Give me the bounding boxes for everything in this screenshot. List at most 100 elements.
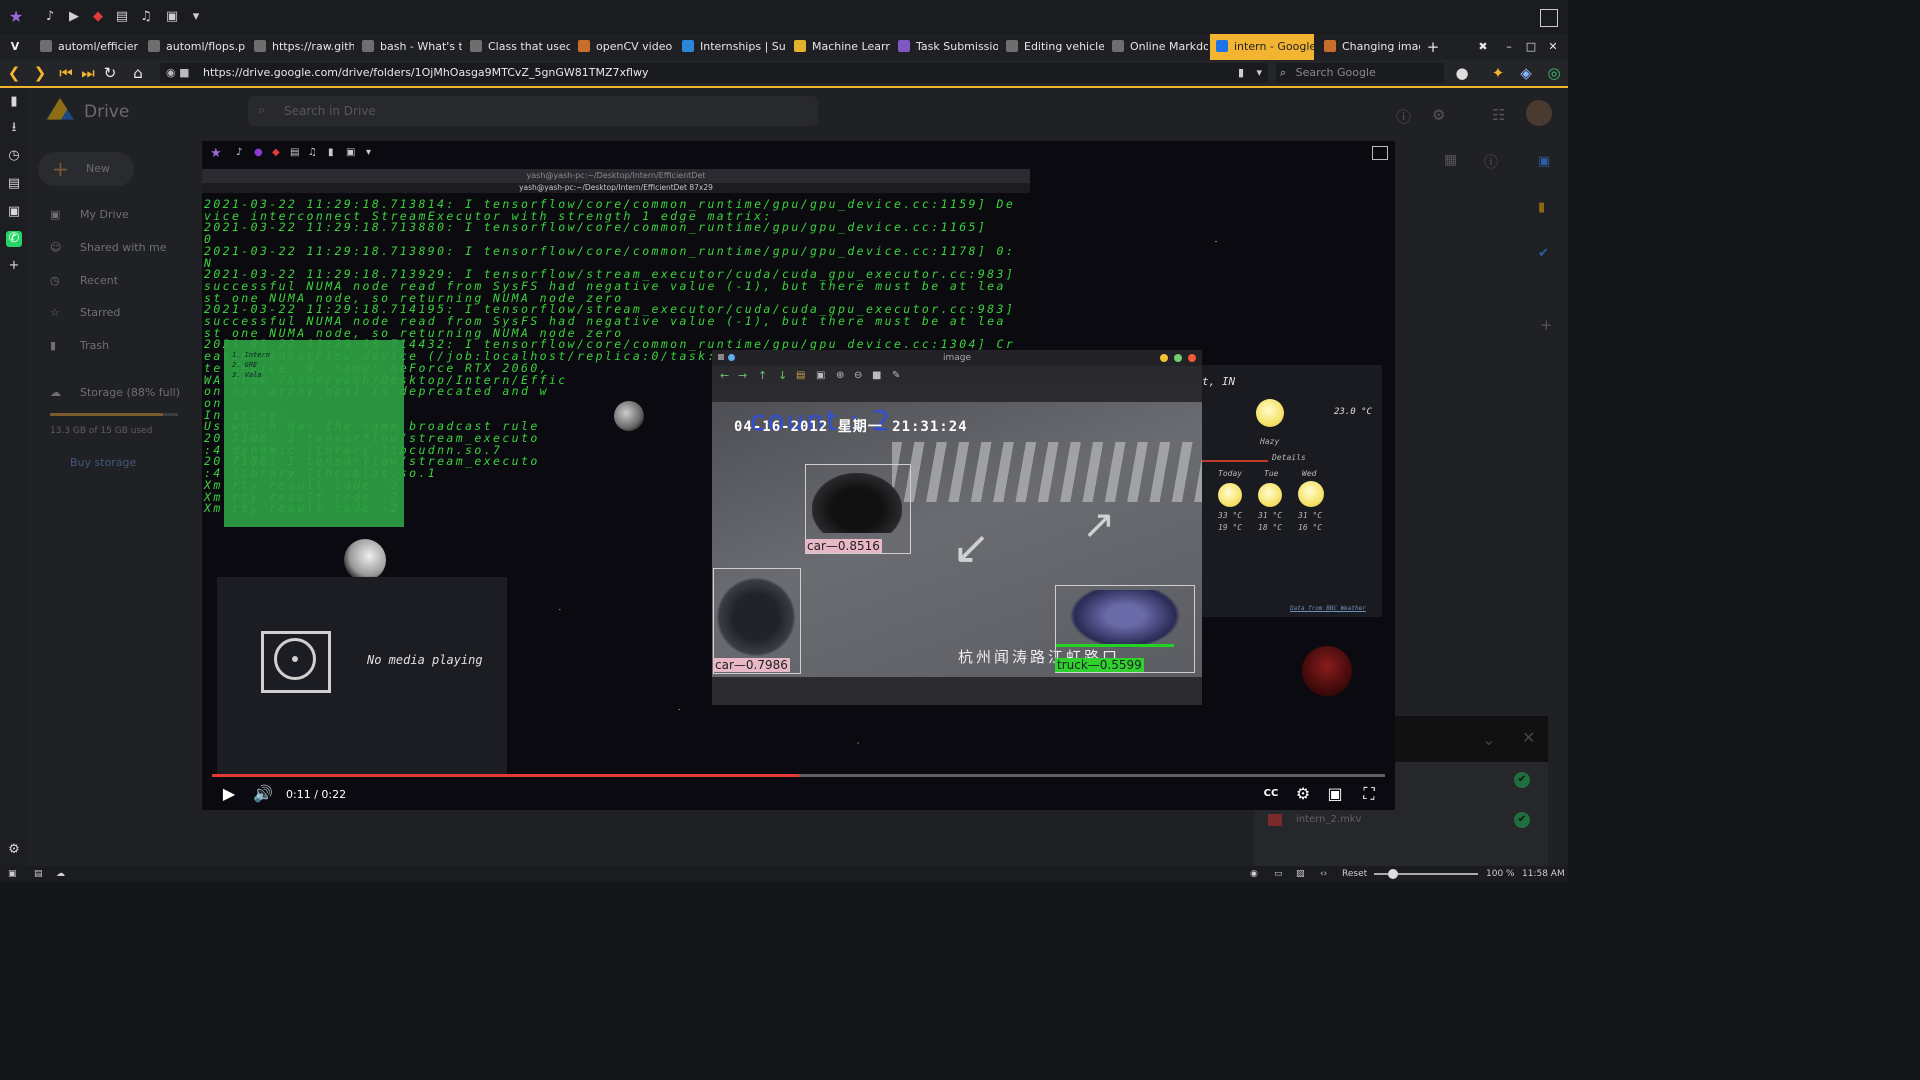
zoom-slider-handle[interactable] bbox=[1388, 869, 1398, 879]
sync-icon[interactable]: ☁ bbox=[56, 866, 65, 882]
tab-1[interactable]: automl/efficientd bbox=[34, 34, 138, 60]
add-panel-icon[interactable]: + bbox=[6, 258, 22, 274]
tile-icon[interactable]: ▤ bbox=[34, 866, 43, 882]
progress-bar[interactable] bbox=[212, 774, 1385, 777]
settings-icon[interactable]: ⚙ bbox=[6, 842, 22, 858]
collapse-icon[interactable]: ⌄ bbox=[1482, 730, 1495, 749]
app-menu-icon[interactable]: ★ bbox=[8, 9, 24, 25]
tab-9[interactable]: Task Submission F bbox=[892, 34, 998, 60]
forecast-low: 16 °C bbox=[1298, 523, 1323, 532]
notes-icon[interactable]: ▤ bbox=[6, 176, 22, 192]
profile-icon[interactable]: ● bbox=[1452, 63, 1472, 83]
add-addon-icon[interactable]: + bbox=[1540, 316, 1553, 334]
play-button[interactable]: ▶ bbox=[218, 783, 240, 805]
volume-icon[interactable]: ♫ bbox=[138, 9, 154, 25]
dropdown-icon[interactable]: ▾ bbox=[188, 9, 204, 25]
tab-13[interactable]: Changing image s bbox=[1318, 34, 1420, 60]
shield-icon[interactable]: ◆ bbox=[90, 9, 106, 25]
display-icon[interactable]: ▣ bbox=[164, 9, 180, 25]
drive-search-bar[interactable]: ⌕ Search in Drive bbox=[248, 96, 818, 126]
nav-trash[interactable]: ▮ Trash bbox=[50, 339, 109, 352]
nav-starred[interactable]: ☆ Starred bbox=[50, 306, 120, 319]
forward-icon[interactable]: ❯ bbox=[30, 63, 50, 83]
keep-icon[interactable]: ▮ bbox=[1538, 200, 1545, 215]
tab-6[interactable]: openCV video sav bbox=[572, 34, 674, 60]
captions-button[interactable]: CC bbox=[1260, 783, 1282, 805]
tab-2[interactable]: automl/flops.png bbox=[142, 34, 246, 60]
bookmarks-icon[interactable]: ▮ bbox=[6, 94, 22, 110]
avatar[interactable] bbox=[1526, 100, 1552, 126]
upload-file-name[interactable]: intern_2.mkv bbox=[1296, 814, 1361, 825]
calendar-icon[interactable]: ▣ bbox=[1538, 154, 1550, 169]
trash-icon[interactable]: ✖ bbox=[1476, 34, 1490, 60]
capture-icon[interactable]: ◉ bbox=[1250, 866, 1258, 882]
clipboard-icon[interactable]: ▤ bbox=[114, 9, 130, 25]
help-icon[interactable]: ⓘ bbox=[1396, 106, 1411, 127]
tiling-icon[interactable]: ▭ bbox=[1274, 866, 1283, 882]
settings-gear-icon[interactable]: ⚙ bbox=[1432, 106, 1445, 124]
back-icon[interactable]: ❮ bbox=[4, 63, 24, 83]
tasks-icon[interactable]: ✔ bbox=[1538, 246, 1549, 261]
tab-12[interactable]: intern - Google Di bbox=[1210, 34, 1314, 60]
grammarly-icon[interactable]: ◎ bbox=[1544, 63, 1564, 83]
play-icon[interactable]: ▶ bbox=[66, 9, 82, 25]
tab-8[interactable]: Machine Learning bbox=[788, 34, 890, 60]
whatsapp-icon[interactable]: ✆ bbox=[6, 231, 22, 247]
minimize-icon[interactable]: – bbox=[1502, 34, 1516, 60]
show-desktop-icon bbox=[1372, 146, 1388, 160]
grid-view-icon[interactable]: ▦ bbox=[1444, 152, 1457, 168]
miniplayer-button[interactable]: ▣ bbox=[1324, 783, 1346, 805]
vivaldi-menu-icon[interactable]: V bbox=[4, 34, 26, 60]
info-icon[interactable]: ⓘ bbox=[1484, 152, 1498, 172]
tab-11[interactable]: Online Markdown bbox=[1106, 34, 1208, 60]
bookmark-icon[interactable]: ▮ bbox=[1238, 63, 1244, 83]
nav-shared[interactable]: ☺ Shared with me bbox=[50, 241, 167, 254]
tab-3[interactable]: https://raw.githul bbox=[248, 34, 354, 60]
history-icon[interactable]: ◷ bbox=[6, 148, 22, 164]
address-bar: ❮ ❯ ⏮ ⏭ ↻ ⌂ ◉ ■ https://drive.google.com… bbox=[0, 60, 1568, 88]
panel-toggle-icon[interactable]: ▣ bbox=[8, 866, 17, 882]
storage-label[interactable]: ☁ Storage (88% full) bbox=[50, 386, 180, 399]
reload-icon[interactable]: ↻ bbox=[100, 63, 120, 83]
settings-button[interactable]: ⚙ bbox=[1292, 783, 1314, 805]
url-field[interactable]: ◉ ■ https://drive.google.com/drive/folde… bbox=[160, 63, 1268, 83]
favicon-icon bbox=[1006, 40, 1018, 52]
close-window-icon[interactable]: ✕ bbox=[1546, 34, 1560, 60]
buy-storage-link[interactable]: Buy storage bbox=[70, 456, 136, 469]
new-tab-icon[interactable]: + bbox=[1424, 34, 1442, 60]
extension-icon[interactable]: ✦ bbox=[1488, 63, 1508, 83]
video-player[interactable]: ★ ♪ ● ◆ ▤ ♫ ▮ ▣ ▾ yash@yash-pc:~/Desktop… bbox=[202, 141, 1395, 810]
tab-7[interactable]: Internships | Sum bbox=[676, 34, 786, 60]
tab-4[interactable]: bash - What's the bbox=[356, 34, 462, 60]
notification-icon[interactable]: ♪ bbox=[42, 9, 58, 25]
show-desktop-icon[interactable] bbox=[1540, 9, 1558, 27]
terminal-titlebar: yash@yash-pc:~/Desktop/Intern/EfficientD… bbox=[202, 169, 1030, 183]
close-icon[interactable]: ✕ bbox=[1522, 728, 1535, 747]
rewind-icon[interactable]: ⏮ bbox=[56, 63, 76, 83]
images-icon[interactable]: ▨ bbox=[1296, 866, 1305, 882]
downloads-icon[interactable]: ⭳ bbox=[6, 120, 22, 136]
window-panel-icon[interactable]: ▣ bbox=[6, 204, 22, 220]
sticky-note: 1. Intern 2. GRE 3. Vala bbox=[224, 340, 404, 527]
nav-recent[interactable]: ◷ Recent bbox=[50, 274, 118, 287]
extension-2-icon[interactable]: ◈ bbox=[1516, 63, 1536, 83]
lock-icon: ■ bbox=[179, 66, 190, 79]
site-info-icon[interactable]: ◉ bbox=[166, 66, 176, 79]
volume-button[interactable]: 🔊 bbox=[252, 783, 274, 805]
new-button[interactable]: + New bbox=[38, 152, 134, 186]
url-dropdown-icon[interactable]: ▾ bbox=[1256, 63, 1262, 83]
forecast-low: 18 °C bbox=[1258, 523, 1283, 532]
maximize-icon[interactable]: □ bbox=[1524, 34, 1538, 60]
fullscreen-button[interactable]: ⛶ bbox=[1358, 783, 1380, 805]
star-icon: ☆ bbox=[50, 306, 60, 319]
tab-10[interactable]: Editing vehicle_cc bbox=[1000, 34, 1104, 60]
nav-my-drive[interactable]: ▣ My Drive bbox=[50, 208, 129, 221]
zoom-reset-button[interactable]: Reset bbox=[1342, 866, 1367, 882]
apps-grid-icon[interactable]: ☷ bbox=[1492, 106, 1505, 124]
fast-forward-icon[interactable]: ⏭ bbox=[78, 63, 98, 83]
code-icon[interactable]: ‹› bbox=[1320, 866, 1327, 882]
home-icon[interactable]: ⌂ bbox=[128, 63, 148, 83]
zoom-slider[interactable] bbox=[1374, 869, 1478, 879]
tab-5[interactable]: Class that used in bbox=[464, 34, 570, 60]
web-search-field[interactable]: ⌕ Search Google bbox=[1276, 63, 1444, 83]
